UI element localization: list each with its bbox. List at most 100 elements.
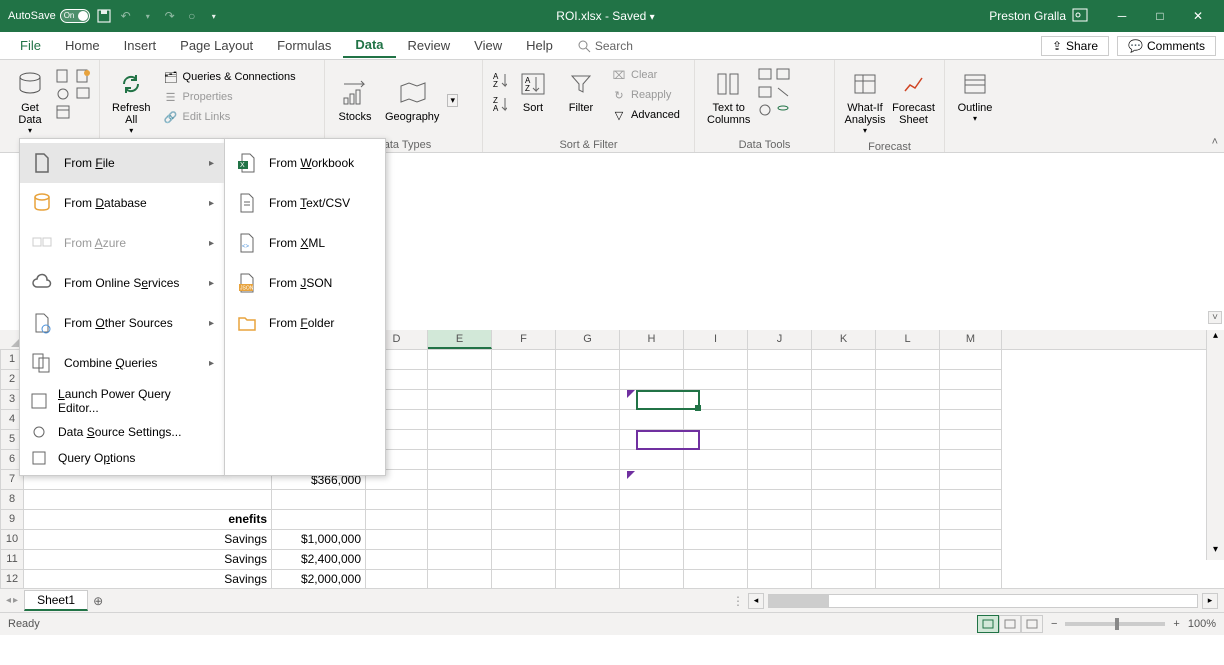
hscroll-left[interactable]: ◂ xyxy=(748,593,764,609)
reapply-button[interactable]: ↻Reapply xyxy=(607,86,684,104)
share-button[interactable]: ⇪ Share xyxy=(1041,36,1109,56)
cell-K7[interactable] xyxy=(812,470,876,490)
cell-E6[interactable] xyxy=(428,450,492,470)
cell-M9[interactable] xyxy=(940,510,1002,530)
cell-J9[interactable] xyxy=(748,510,812,530)
sheet-tab-sheet1[interactable]: Sheet1 xyxy=(24,590,88,611)
submenu-from-workbook[interactable]: X From Workbook xyxy=(225,143,385,183)
cell-L1[interactable] xyxy=(876,350,940,370)
cell-C11[interactable]: $2,400,000 xyxy=(272,550,366,570)
cell-I9[interactable] xyxy=(684,510,748,530)
row-header-12[interactable]: 12 xyxy=(0,570,24,588)
tab-review[interactable]: Review xyxy=(396,34,463,57)
hscroll-right[interactable]: ▸ xyxy=(1202,593,1218,609)
cell-G9[interactable] xyxy=(556,510,620,530)
cell-K11[interactable] xyxy=(812,550,876,570)
cell-B10[interactable]: Savings xyxy=(24,530,272,550)
cell-D10[interactable] xyxy=(366,530,428,550)
cell-K3[interactable] xyxy=(812,390,876,410)
row-header-10[interactable]: 10 xyxy=(0,530,24,550)
col-header-H[interactable]: H xyxy=(620,330,684,349)
cell-B8[interactable] xyxy=(24,490,272,510)
from-web-icon[interactable] xyxy=(56,86,72,102)
tab-help[interactable]: Help xyxy=(514,34,565,57)
cell-H5[interactable] xyxy=(620,430,684,450)
cell-M5[interactable] xyxy=(940,430,1002,450)
outline-button[interactable]: Outline ▾ xyxy=(953,64,997,127)
cell-L3[interactable] xyxy=(876,390,940,410)
cell-H4[interactable] xyxy=(620,410,684,430)
edit-links-button[interactable]: 🔗Edit Links xyxy=(159,108,300,126)
tell-me-search[interactable]: Search xyxy=(577,39,633,53)
cell-E3[interactable] xyxy=(428,390,492,410)
cell-F11[interactable] xyxy=(492,550,556,570)
cell-J7[interactable] xyxy=(748,470,812,490)
menu-from-azure[interactable]: From Azure ▸ xyxy=(20,223,224,263)
menu-from-file[interactable]: From File ▸ xyxy=(20,143,224,183)
cell-L10[interactable] xyxy=(876,530,940,550)
submenu-from-textcsv[interactable]: From Text/CSV xyxy=(225,183,385,223)
cell-I8[interactable] xyxy=(684,490,748,510)
cell-J1[interactable] xyxy=(748,350,812,370)
cell-H6[interactable] xyxy=(620,450,684,470)
cell-L4[interactable] xyxy=(876,410,940,430)
cell-D11[interactable] xyxy=(366,550,428,570)
cell-J2[interactable] xyxy=(748,370,812,390)
col-header-G[interactable]: G xyxy=(556,330,620,349)
cell-L8[interactable] xyxy=(876,490,940,510)
from-table-icon[interactable] xyxy=(56,104,72,120)
recent-sources-icon[interactable] xyxy=(76,68,92,84)
cell-F2[interactable] xyxy=(492,370,556,390)
cell-J8[interactable] xyxy=(748,490,812,510)
cell-G4[interactable] xyxy=(556,410,620,430)
submenu-from-folder[interactable]: From Folder xyxy=(225,303,385,343)
cell-L6[interactable] xyxy=(876,450,940,470)
cell-L12[interactable] xyxy=(876,570,940,588)
cell-L9[interactable] xyxy=(876,510,940,530)
cell-L5[interactable] xyxy=(876,430,940,450)
menu-combine-queries[interactable]: Combine Queries ▸ xyxy=(20,343,224,383)
cell-M3[interactable] xyxy=(940,390,1002,410)
cell-H11[interactable] xyxy=(620,550,684,570)
cell-C10[interactable]: $1,000,000 xyxy=(272,530,366,550)
whatif-button[interactable]: What-If Analysis ▾ xyxy=(843,64,887,139)
sheet-nav-next[interactable]: ▸ xyxy=(13,595,18,606)
vertical-scrollbar[interactable]: ▴ ▾ xyxy=(1206,330,1224,560)
cell-F1[interactable] xyxy=(492,350,556,370)
cell-H9[interactable] xyxy=(620,510,684,530)
data-types-more-icon[interactable]: ▾ xyxy=(447,94,458,107)
tab-file[interactable]: File xyxy=(8,34,53,57)
cell-F7[interactable] xyxy=(492,470,556,490)
data-validation-icon[interactable] xyxy=(758,104,772,118)
cell-F6[interactable] xyxy=(492,450,556,470)
cell-G6[interactable] xyxy=(556,450,620,470)
saved-dropdown-icon[interactable] xyxy=(650,9,655,23)
from-text-icon[interactable] xyxy=(56,68,72,84)
cell-M11[interactable] xyxy=(940,550,1002,570)
cell-K2[interactable] xyxy=(812,370,876,390)
cell-I2[interactable] xyxy=(684,370,748,390)
cell-B11[interactable]: Savings xyxy=(24,550,272,570)
relationships-icon[interactable] xyxy=(776,86,790,100)
collapse-formula-bar-icon[interactable]: ˅ xyxy=(1208,311,1222,324)
zoom-slider[interactable] xyxy=(1065,622,1165,626)
sort-asc-icon[interactable]: AZ xyxy=(491,72,507,88)
cell-M6[interactable] xyxy=(940,450,1002,470)
cell-J5[interactable] xyxy=(748,430,812,450)
cell-I11[interactable] xyxy=(684,550,748,570)
cell-I4[interactable] xyxy=(684,410,748,430)
consolidate-icon[interactable] xyxy=(776,68,790,82)
cell-B12[interactable]: Savings xyxy=(24,570,272,588)
tab-insert[interactable]: Insert xyxy=(112,34,169,57)
cell-E5[interactable] xyxy=(428,430,492,450)
cell-K1[interactable] xyxy=(812,350,876,370)
cell-H10[interactable] xyxy=(620,530,684,550)
undo-icon[interactable]: ↶ xyxy=(118,8,134,24)
account-icon[interactable] xyxy=(1072,8,1088,25)
page-layout-view-button[interactable] xyxy=(999,615,1021,633)
cell-C12[interactable]: $2,000,000 xyxy=(272,570,366,588)
cell-J10[interactable] xyxy=(748,530,812,550)
cell-G2[interactable] xyxy=(556,370,620,390)
cell-E8[interactable] xyxy=(428,490,492,510)
cell-E10[interactable] xyxy=(428,530,492,550)
